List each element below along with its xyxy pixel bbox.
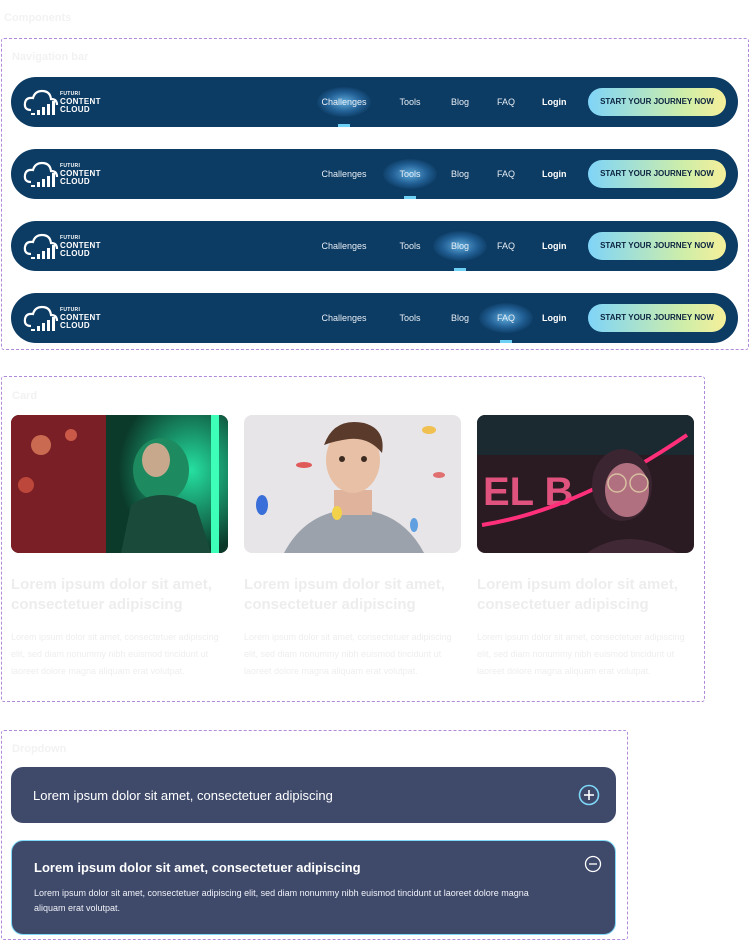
login-link[interactable]: Login	[542, 221, 567, 271]
active-indicator	[338, 124, 350, 127]
dropdown-answer: Lorem ipsum dolor sit amet, consectetuer…	[34, 888, 529, 913]
cloud-chart-icon	[23, 161, 59, 187]
nav-item-label: Tools	[399, 169, 421, 179]
card[interactable]: Lorem ipsum dolor sit amet, consectetuer…	[244, 415, 461, 680]
dropdown-question: Lorem ipsum dolor sit amet, consectetuer…	[34, 860, 361, 875]
start-journey-button[interactable]: START YOUR JOURNEY NOW	[588, 232, 726, 260]
navigation-bar: FUTURI CONTENT CLOUD Challenges Tools Blog FAQ…	[11, 293, 738, 343]
card-body: Lorem ipsum dolor sit amet, consectetuer…	[11, 632, 219, 676]
nav-item-label: FAQ	[496, 241, 515, 251]
card-title: Lorem ipsum dolor sit amet, consectetuer…	[11, 576, 212, 613]
active-indicator	[404, 196, 416, 199]
cloud-chart-icon	[23, 305, 59, 331]
start-journey-button[interactable]: START YOUR JOURNEY NOW	[588, 160, 726, 188]
navigation-bar: FUTURI CONTENT CLOUD Challenges Tools Blog FAQ…	[11, 221, 738, 271]
active-indicator	[454, 268, 466, 271]
active-indicator	[500, 340, 512, 343]
dropdown-question: Lorem ipsum dolor sit amet, consectetuer…	[33, 788, 333, 803]
svg-text:EL B: EL B	[483, 470, 573, 514]
card-title: Lorem ipsum dolor sit amet, consectetuer…	[477, 576, 678, 613]
dropdown-section-label: Dropdown	[12, 743, 67, 755]
nav-item-label: Challenges	[321, 313, 367, 323]
start-journey-button[interactable]: START YOUR JOURNEY NOW	[588, 88, 726, 116]
nav-item-faq[interactable]: FAQ	[466, 77, 546, 127]
navigation-bar: FUTURI CONTENT CLOUD Challenges Tools Blog FAQ…	[11, 149, 738, 199]
start-journey-button[interactable]: START YOUR JOURNEY NOW	[588, 304, 726, 332]
navigation-section-label: Navigation bar	[12, 51, 89, 63]
logo-line: CLOUD	[60, 249, 90, 258]
card-image	[244, 415, 461, 553]
nav-item-label: Tools	[399, 241, 421, 251]
logo-line: CLOUD	[60, 321, 90, 330]
nav-item-label: FAQ	[496, 169, 515, 179]
nav-item-label: Tools	[399, 313, 421, 323]
card-body: Lorem ipsum dolor sit amet, consectetuer…	[477, 632, 685, 676]
nav-item-faq[interactable]: FAQ	[466, 149, 546, 199]
futuri-logo[interactable]: FUTURI CONTENT CLOUD	[23, 232, 123, 262]
login-link[interactable]: Login	[542, 77, 567, 127]
card-section-label: Card	[12, 390, 38, 402]
card-image: EL B	[477, 415, 694, 553]
nav-item-label: FAQ	[496, 97, 515, 107]
nav-item-label: Tools	[399, 97, 421, 107]
minus-circle-icon[interactable]	[584, 855, 602, 878]
login-link[interactable]: Login	[542, 293, 567, 343]
login-link[interactable]: Login	[542, 149, 567, 199]
logo-line: CLOUD	[60, 177, 90, 186]
card-body: Lorem ipsum dolor sit amet, consectetuer…	[244, 632, 452, 676]
nav-item-faq[interactable]: FAQ	[466, 293, 546, 343]
navigation-bar: FUTURI CONTENT CLOUD Challenges Tools Blog FAQ…	[11, 77, 738, 127]
nav-item-faq[interactable]: FAQ	[466, 221, 546, 271]
page-label: Components	[4, 12, 72, 24]
card[interactable]: EL B Lorem ipsum dolor sit amet, consect…	[477, 415, 694, 680]
card-title: Lorem ipsum dolor sit amet, consectetuer…	[244, 576, 445, 613]
dropdown-expanded[interactable]: Lorem ipsum dolor sit amet, consectetuer…	[11, 840, 616, 935]
logo-line: CLOUD	[60, 105, 90, 114]
dropdown-collapsed[interactable]: Lorem ipsum dolor sit amet, consectetuer…	[11, 767, 616, 823]
card[interactable]: Lorem ipsum dolor sit amet, consectetuer…	[11, 415, 228, 680]
plus-circle-icon[interactable]	[578, 784, 600, 811]
nav-item-label: Challenges	[321, 241, 367, 251]
cloud-chart-icon	[23, 89, 59, 115]
nav-item-label: Challenges	[321, 97, 367, 107]
futuri-logo[interactable]: FUTURI CONTENT CLOUD	[23, 88, 123, 118]
futuri-logo[interactable]: FUTURI CONTENT CLOUD	[23, 304, 123, 334]
card-image	[11, 415, 228, 553]
nav-item-label: Challenges	[321, 169, 367, 179]
futuri-logo[interactable]: FUTURI CONTENT CLOUD	[23, 160, 123, 190]
nav-item-label: FAQ	[496, 313, 515, 323]
cloud-chart-icon	[23, 233, 59, 259]
